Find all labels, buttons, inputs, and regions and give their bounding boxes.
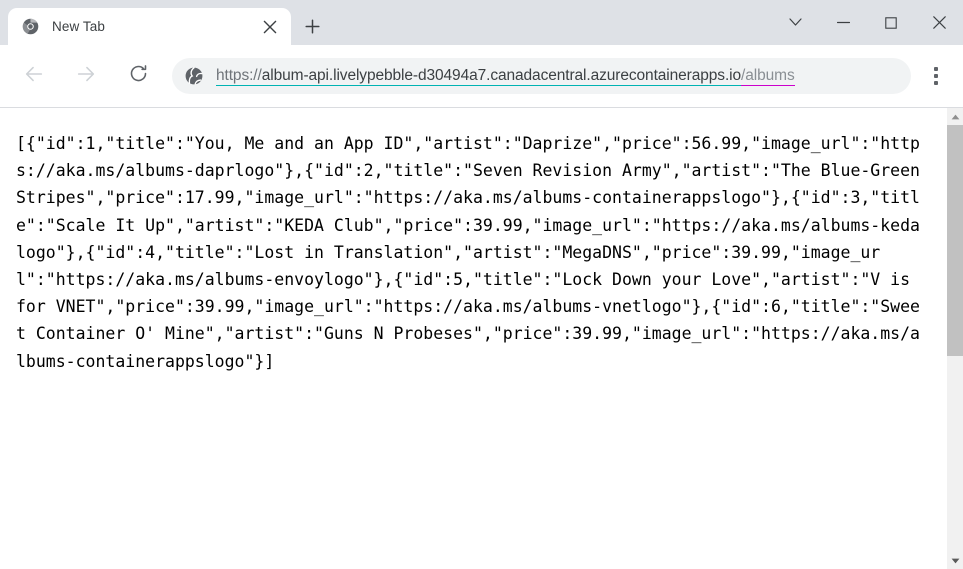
maximize-icon[interactable] (867, 0, 915, 45)
tab-strip: New Tab (0, 0, 963, 45)
close-window-icon[interactable] (915, 0, 963, 45)
arrow-right-icon (75, 63, 97, 90)
url-scheme: https:// (216, 67, 262, 86)
minimize-icon[interactable] (819, 0, 867, 45)
address-bar[interactable]: https://album-api.livelypebble-d30494a7.… (172, 58, 911, 94)
menu-dot-icon (934, 81, 938, 86)
browser-window: New Tab https://album-api.livelypebble-d… (0, 0, 963, 569)
vertical-scrollbar[interactable] (946, 108, 963, 569)
scrollbar-thumb[interactable] (947, 125, 963, 356)
forward-button[interactable] (68, 58, 104, 94)
scrollbar-up-arrow-icon[interactable] (947, 108, 963, 125)
page-content-area: [{"id":1,"title":"You, Me and an App ID"… (0, 108, 963, 569)
tab-search-icon[interactable] (771, 0, 819, 45)
back-button[interactable] (16, 58, 52, 94)
globe-icon[interactable] (184, 66, 204, 86)
tab-title: New Tab (52, 19, 105, 34)
menu-dot-icon (934, 66, 938, 71)
menu-dot-icon (934, 74, 938, 78)
browser-tab[interactable]: New Tab (8, 8, 291, 45)
reload-icon (128, 63, 149, 89)
browser-toolbar: https://album-api.livelypebble-d30494a7.… (0, 45, 963, 108)
new-tab-button[interactable] (297, 11, 327, 41)
json-response-body: [{"id":1,"title":"You, Me and an App ID"… (0, 108, 946, 569)
url-path: /albums (741, 67, 795, 86)
url-display[interactable]: https://album-api.livelypebble-d30494a7.… (216, 66, 897, 86)
window-controls (771, 0, 963, 45)
reload-button[interactable] (120, 58, 156, 94)
chrome-menu-button[interactable] (919, 59, 953, 93)
url-host: album-api.livelypebble-d30494a7.canadace… (261, 67, 741, 86)
arrow-left-icon (23, 63, 45, 90)
close-tab-icon[interactable] (256, 13, 284, 41)
scrollbar-down-arrow-icon[interactable] (947, 552, 963, 569)
scrollbar-track[interactable] (947, 125, 963, 552)
json-raw-text: [{"id":1,"title":"You, Me and an App ID"… (16, 134, 930, 371)
chrome-logo-icon (22, 18, 39, 35)
